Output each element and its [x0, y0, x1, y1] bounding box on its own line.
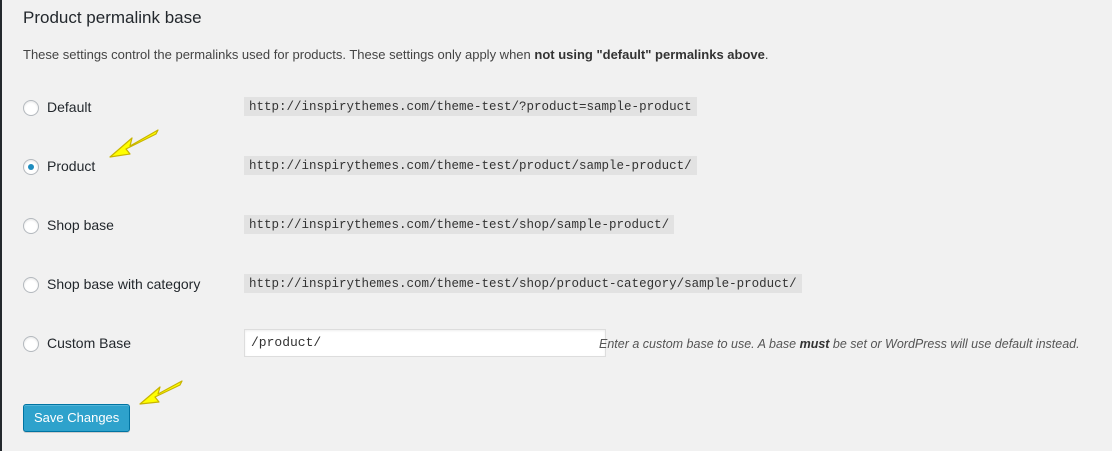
- yellow-pointer-arrow-icon: [109, 129, 159, 158]
- custom-base-input[interactable]: /product/: [244, 329, 606, 357]
- description-text: These settings control the permalinks us…: [23, 47, 535, 62]
- option-label-product[interactable]: Product: [47, 158, 95, 174]
- option-label-default[interactable]: Default: [47, 99, 91, 115]
- option-row-product: Product http://inspirythemes.com/theme-t…: [23, 152, 1103, 182]
- admin-sidebar-edge: [0, 0, 2, 451]
- radio-default[interactable]: [23, 100, 39, 116]
- url-sample-default: http://inspirythemes.com/theme-test/?pro…: [244, 97, 697, 116]
- option-row-default: Default http://inspirythemes.com/theme-t…: [23, 93, 1103, 123]
- radio-product[interactable]: [23, 159, 39, 175]
- url-sample-product: http://inspirythemes.com/theme-test/prod…: [244, 156, 697, 175]
- custom-base-help: Enter a custom base to use. A base must …: [599, 337, 1080, 351]
- radio-shop-base-category[interactable]: [23, 277, 39, 293]
- option-label-shop-base-category[interactable]: Shop base with category: [47, 276, 200, 292]
- description-emphasis: not using "default" permalinks above: [534, 47, 765, 62]
- section-title: Product permalink base: [23, 8, 202, 27]
- option-row-shop-base-category: Shop base with category http://inspiryth…: [23, 270, 1103, 300]
- custom-help-emphasis: must: [799, 337, 830, 351]
- section-description: These settings control the permalinks us…: [23, 47, 768, 62]
- url-sample-shop-base: http://inspirythemes.com/theme-test/shop…: [244, 215, 675, 234]
- custom-help-end: be set or WordPress will use default ins…: [829, 337, 1080, 351]
- description-end: .: [764, 47, 769, 62]
- option-label-shop-base[interactable]: Shop base: [47, 217, 114, 233]
- option-label-custom-base[interactable]: Custom Base: [47, 335, 131, 351]
- option-row-custom-base: Custom Base /product/ Enter a custom bas…: [23, 329, 1103, 359]
- option-row-shop-base: Shop base http://inspirythemes.com/theme…: [23, 211, 1103, 241]
- save-changes-button[interactable]: Save Changes: [23, 404, 131, 432]
- url-sample-shop-base-category: http://inspirythemes.com/theme-test/shop…: [244, 274, 802, 293]
- radio-shop-base[interactable]: [23, 218, 39, 234]
- custom-help-text: Enter a custom base to use. A base: [599, 337, 800, 351]
- yellow-pointer-arrow-icon: [139, 380, 183, 405]
- radio-custom-base[interactable]: [23, 336, 39, 352]
